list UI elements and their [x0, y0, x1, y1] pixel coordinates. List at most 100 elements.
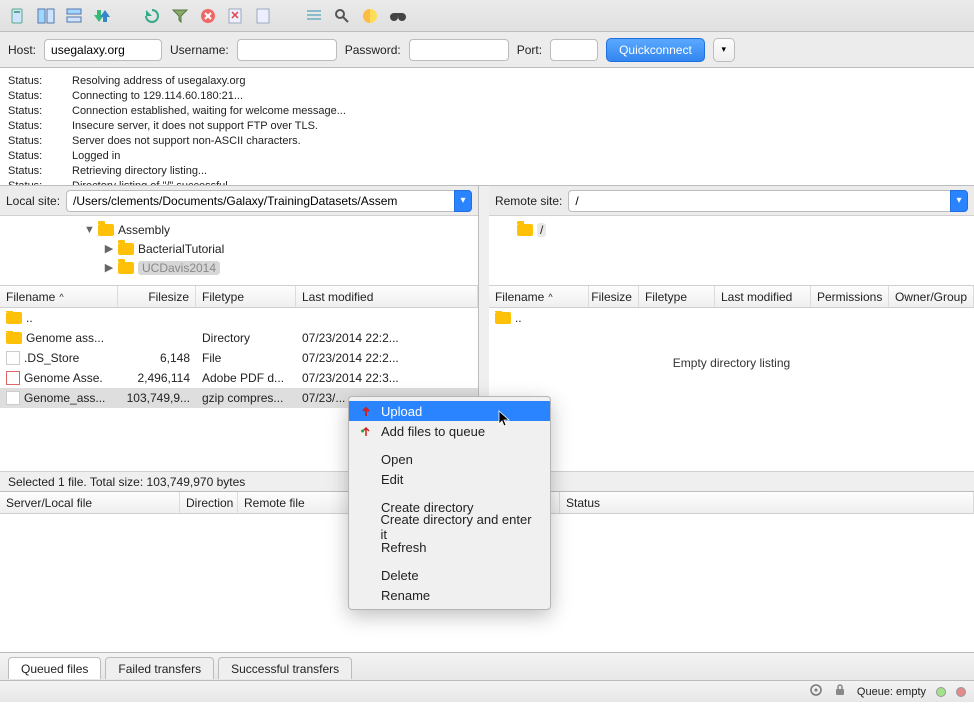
- tree-toggle-icon[interactable]: ▼: [84, 224, 94, 236]
- sort-asc-icon: ^: [548, 292, 552, 302]
- menu-item-create-dir-enter[interactable]: Create directory and enter it: [349, 517, 550, 537]
- transfer-queue-icon[interactable]: [90, 4, 114, 28]
- menu-item-edit[interactable]: Edit: [349, 469, 550, 489]
- tree-node[interactable]: ▶UCDavis2014: [4, 258, 474, 277]
- folder-icon: [495, 312, 511, 324]
- log-line: Status:Resolving address of usegalaxy.or…: [8, 74, 966, 89]
- view-processes-icon[interactable]: [302, 4, 326, 28]
- log-msg: Connection established, waiting for welc…: [72, 104, 346, 119]
- remote-site-label: Remote site:: [495, 194, 562, 208]
- transfer-settings-icon[interactable]: [809, 683, 823, 700]
- tree-toggle-icon[interactable]: ▶: [104, 242, 114, 255]
- binoculars-icon[interactable]: [386, 4, 410, 28]
- tree-node-label: Assembly: [118, 223, 170, 237]
- compare-icon[interactable]: [358, 4, 382, 28]
- quickconnect-history-button[interactable]: ▾: [713, 38, 735, 62]
- log-msg: Retrieving directory listing...: [72, 164, 207, 179]
- log-key: Status:: [8, 104, 52, 119]
- toggle-tree-icon[interactable]: [62, 4, 86, 28]
- chevron-down-icon[interactable]: ▾: [950, 190, 968, 212]
- lock-icon[interactable]: [833, 683, 847, 700]
- pdf-file-icon: [6, 371, 20, 385]
- col-lastmod[interactable]: Last modified: [302, 290, 373, 304]
- col-lastmod[interactable]: Last modified: [721, 290, 792, 304]
- menu-item-rename[interactable]: Rename: [349, 585, 550, 605]
- col-filesize[interactable]: Filesize: [148, 290, 189, 304]
- menu-item-upload[interactable]: Upload: [349, 401, 550, 421]
- quickconnect-button[interactable]: Quickconnect: [606, 38, 705, 62]
- disconnect-icon[interactable]: [224, 4, 248, 28]
- col-filename[interactable]: Filename: [6, 290, 55, 304]
- col-filename[interactable]: Filename: [495, 290, 544, 304]
- remote-site-bar: Remote site: ▾: [489, 186, 974, 216]
- log-line: Status:Directory listing of "/" successf…: [8, 179, 966, 186]
- remote-file-list-header[interactable]: Filename ^ Filesize Filetype Last modifie…: [489, 286, 974, 308]
- password-input[interactable]: [409, 39, 509, 61]
- file-icon: [6, 351, 20, 365]
- host-input[interactable]: [44, 39, 162, 61]
- log-line: Status: Connecting to 129.114.60.180:21..…: [8, 89, 966, 104]
- log-key: Status:: [8, 134, 52, 149]
- log-key: Status:: [8, 179, 52, 186]
- refresh-icon[interactable]: [140, 4, 164, 28]
- menu-item-open[interactable]: Open: [349, 449, 550, 469]
- remote-site-input[interactable]: [568, 190, 950, 212]
- remote-directory-tree[interactable]: /: [489, 216, 974, 286]
- username-input[interactable]: [237, 39, 337, 61]
- menu-item-delete[interactable]: Delete: [349, 565, 550, 585]
- sort-asc-icon: ^: [59, 292, 63, 302]
- tab-queued-files[interactable]: Queued files: [8, 657, 101, 679]
- list-item[interactable]: ..: [0, 308, 478, 328]
- log-msg: Connecting to 129.114.60.180:21...: [72, 89, 243, 104]
- sitemanager-icon[interactable]: [6, 4, 30, 28]
- folder-icon: [98, 224, 114, 236]
- list-item[interactable]: Genome ass...Directory07/23/2014 22:2...: [0, 328, 478, 348]
- remote-file-list[interactable]: .. Empty directory listing: [489, 308, 974, 471]
- tree-node-label[interactable]: /: [537, 223, 546, 237]
- local-file-list-header[interactable]: Filename ^ Filesize Filetype Last modifie…: [0, 286, 478, 308]
- col-owner[interactable]: Owner/Group: [895, 290, 967, 304]
- local-site-label: Local site:: [6, 194, 60, 208]
- col-filetype[interactable]: Filetype: [202, 290, 244, 304]
- local-directory-tree[interactable]: ▼ Assembly ▶BacterialTutorial▶UCDavis2014: [0, 216, 478, 286]
- status-strip: Queue: empty: [0, 680, 974, 702]
- list-item[interactable]: Genome Asse.2,496,114Adobe PDF d...07/23…: [0, 368, 478, 388]
- remote-empty-label: Empty directory listing: [489, 356, 974, 370]
- folder-icon: [118, 243, 134, 255]
- search-icon[interactable]: [330, 4, 354, 28]
- upload-arrow-icon: [359, 404, 373, 418]
- col-filetype[interactable]: Filetype: [645, 290, 687, 304]
- port-input[interactable]: [550, 39, 598, 61]
- chevron-down-icon[interactable]: ▾: [454, 190, 472, 212]
- filter-icon[interactable]: [168, 4, 192, 28]
- reconnect-icon[interactable]: [252, 4, 276, 28]
- col-remote-file[interactable]: Remote file: [244, 496, 305, 510]
- menu-item-add-queue[interactable]: Add files to queue: [349, 421, 550, 441]
- main-toolbar: [0, 0, 974, 32]
- col-direction[interactable]: Direction: [186, 496, 233, 510]
- col-xfer-status[interactable]: Status: [566, 496, 600, 510]
- cancel-icon[interactable]: [196, 4, 220, 28]
- tree-node[interactable]: ▼ Assembly: [4, 220, 474, 239]
- log-msg: Server does not support non-ASCII charac…: [72, 134, 301, 149]
- folder-icon: [6, 312, 22, 324]
- toggle-log-icon[interactable]: [34, 4, 58, 28]
- port-label: Port:: [517, 43, 542, 57]
- local-site-input[interactable]: [66, 190, 454, 212]
- tab-successful-transfers[interactable]: Successful transfers: [218, 657, 352, 679]
- col-local-file[interactable]: Server/Local file: [6, 496, 92, 510]
- list-item[interactable]: .DS_Store6,148File07/23/2014 22:2...: [0, 348, 478, 368]
- log-key: Status:: [8, 89, 52, 104]
- col-filesize[interactable]: Filesize: [591, 290, 632, 304]
- password-label: Password:: [345, 43, 401, 57]
- list-item[interactable]: ..: [489, 308, 974, 328]
- tab-failed-transfers[interactable]: Failed transfers: [105, 657, 214, 679]
- message-log[interactable]: Status:Resolving address of usegalaxy.or…: [0, 68, 974, 186]
- tree-node[interactable]: ▶BacterialTutorial: [4, 239, 474, 258]
- tree-toggle-icon[interactable]: ▶: [104, 261, 114, 274]
- log-msg: Logged in: [72, 149, 120, 164]
- led-green-icon: [936, 687, 946, 697]
- col-permissions[interactable]: Permissions: [817, 290, 882, 304]
- log-key: Status:: [8, 149, 52, 164]
- archive-file-icon: [6, 391, 20, 405]
